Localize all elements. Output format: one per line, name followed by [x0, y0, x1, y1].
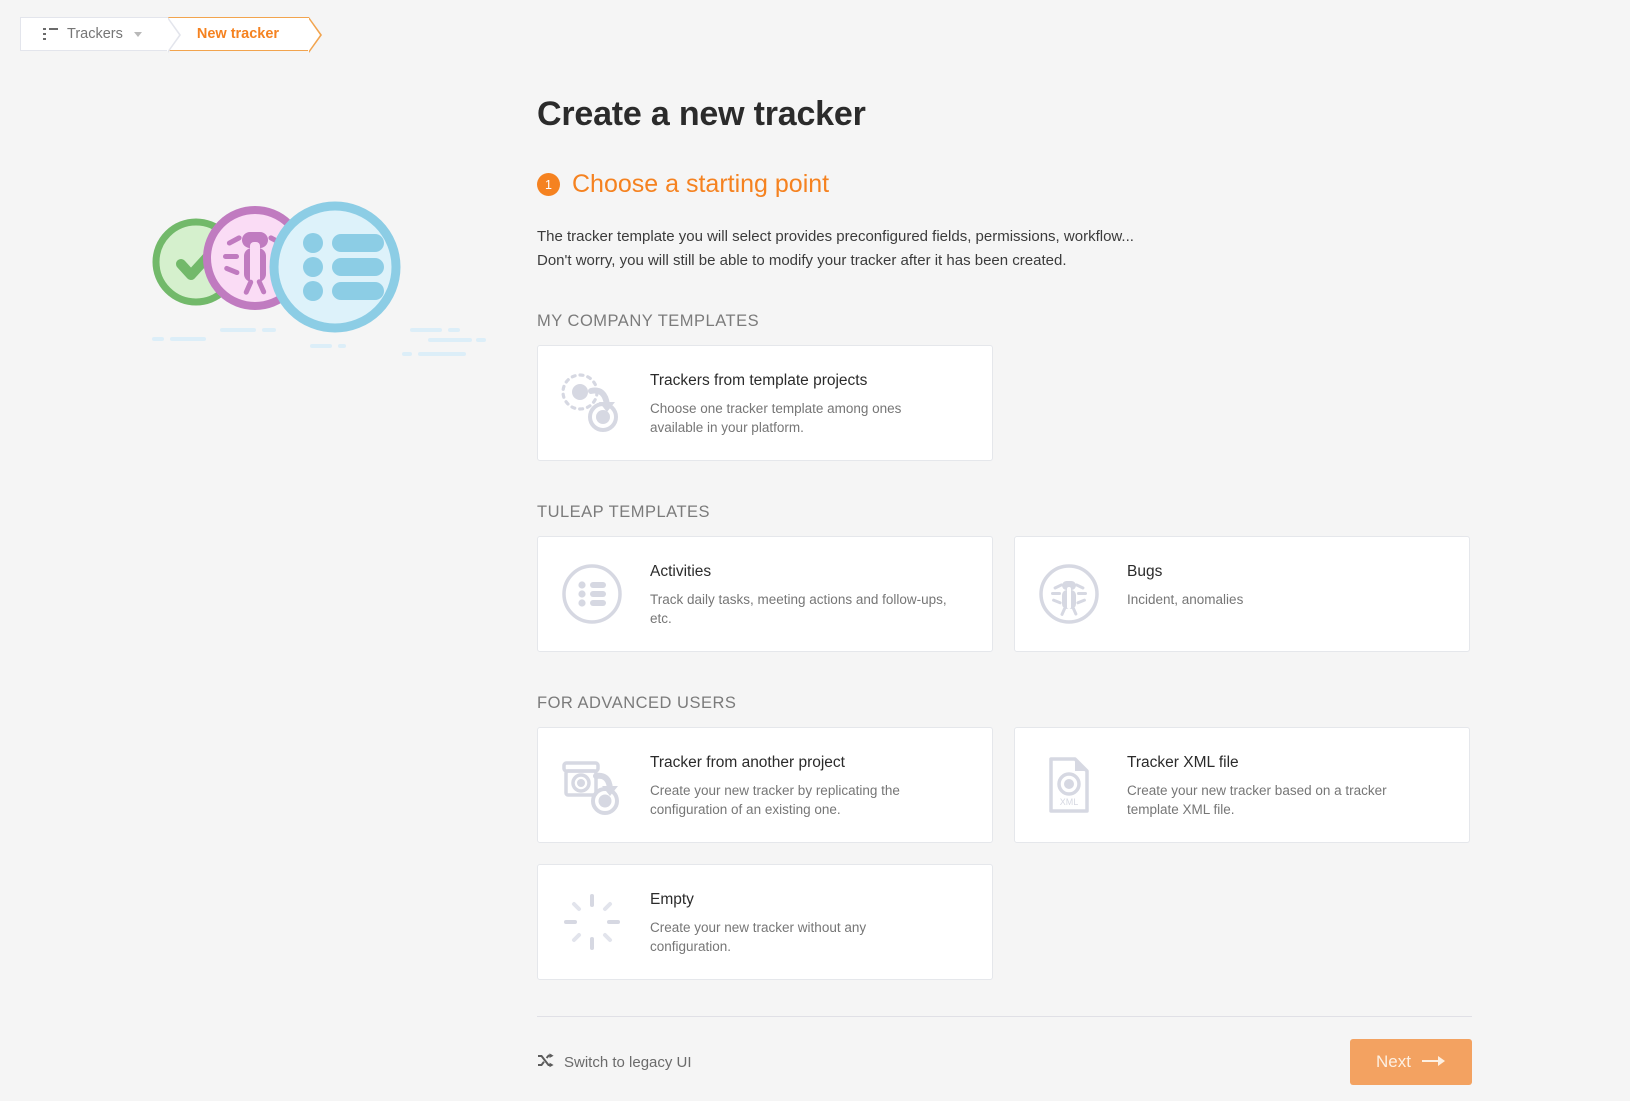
- section-label-tuleap: TULEAP TEMPLATES: [537, 503, 711, 521]
- breadcrumb: Trackers New tracker: [20, 17, 323, 53]
- breadcrumb-new-tracker-label: New tracker: [196, 26, 280, 42]
- card-description: Create your new tracker without any conf…: [650, 920, 867, 954]
- card-body: Trackers from template projects Choose o…: [650, 368, 950, 437]
- xml-file-icon: XML: [1033, 750, 1105, 820]
- bug-circle-icon: [1033, 559, 1105, 629]
- step-number-badge: 1: [537, 173, 560, 196]
- section-label-advanced: FOR ADVANCED USERS: [537, 694, 737, 712]
- card-grid-advanced: Tracker from another project Create your…: [537, 727, 1472, 980]
- card-empty[interactable]: Empty Create your new tracker without an…: [537, 864, 993, 980]
- footer: Switch to legacy UI Next: [537, 1039, 1472, 1085]
- card-title: Bugs: [1127, 563, 1163, 580]
- xml-icon-label: XML: [1060, 797, 1079, 807]
- card-activities[interactable]: Activities Track daily tasks, meeting ac…: [537, 536, 993, 652]
- card-title: Empty: [650, 891, 694, 908]
- trackers-list-icon: [43, 27, 58, 41]
- card-description: Choose one tracker template among ones a…: [650, 401, 902, 435]
- intro-line-2: Don't worry, you will still be able to m…: [537, 251, 1067, 269]
- empty-burst-icon: [556, 887, 628, 957]
- card-body: Empty Create your new tracker without an…: [650, 887, 950, 956]
- card-body: Bugs Incident, anomalies: [1127, 559, 1243, 609]
- shuffle-icon: [537, 1052, 554, 1072]
- card-title: Trackers from template projects: [650, 372, 868, 389]
- next-button[interactable]: Next: [1350, 1039, 1472, 1085]
- section-label-company: MY COMPANY TEMPLATES: [537, 312, 760, 330]
- switch-to-legacy-ui-label: Switch to legacy UI: [564, 1053, 692, 1071]
- step-header: 1 Choose a starting point: [537, 170, 1472, 199]
- card-body: Tracker XML file Create your new tracker…: [1127, 750, 1427, 819]
- another-project-icon: [556, 750, 628, 820]
- breadcrumb-item-new-tracker[interactable]: New tracker: [167, 17, 323, 53]
- breadcrumb-item-trackers[interactable]: Trackers: [20, 17, 181, 53]
- card-description: Incident, anomalies: [1127, 592, 1244, 607]
- tracker-illustration: [110, 180, 490, 380]
- card-tracker-xml-file[interactable]: XML Tracker XML file Create your new tra…: [1014, 727, 1470, 843]
- card-grid-tuleap: Activities Track daily tasks, meeting ac…: [537, 536, 1472, 652]
- breadcrumb-trackers-label: Trackers: [67, 26, 123, 42]
- card-grid-company: Trackers from template projects Choose o…: [537, 345, 1472, 461]
- card-description: Track daily tasks, meeting actions and f…: [650, 592, 947, 626]
- card-body: Activities Track daily tasks, meeting ac…: [650, 559, 950, 628]
- switch-to-legacy-ui-link[interactable]: Switch to legacy UI: [537, 1052, 692, 1072]
- main-content: Create a new tracker 1 Choose a starting…: [537, 95, 1472, 1085]
- card-description: Create your new tracker by replicating t…: [650, 783, 900, 817]
- step-title: Choose a starting point: [572, 170, 830, 198]
- arrow-right-icon: [1422, 1052, 1446, 1072]
- template-projects-icon: [556, 368, 628, 438]
- card-tracker-from-another-project[interactable]: Tracker from another project Create your…: [537, 727, 993, 843]
- card-title: Activities: [650, 563, 712, 580]
- chevron-down-icon[interactable]: [133, 31, 142, 37]
- card-title: Tracker from another project: [650, 754, 845, 771]
- card-body: Tracker from another project Create your…: [650, 750, 950, 819]
- intro-text: The tracker template you will select pro…: [537, 225, 1472, 272]
- list-circle-icon: [556, 559, 628, 629]
- card-description: Create your new tracker based on a track…: [1127, 783, 1387, 817]
- card-bugs[interactable]: Bugs Incident, anomalies: [1014, 536, 1470, 652]
- next-button-label: Next: [1376, 1052, 1411, 1071]
- card-trackers-from-template-projects[interactable]: Trackers from template projects Choose o…: [537, 345, 993, 461]
- footer-divider: [537, 1016, 1472, 1017]
- card-title: Tracker XML file: [1127, 754, 1239, 771]
- intro-line-1: The tracker template you will select pro…: [537, 228, 1134, 245]
- page-title: Create a new tracker: [537, 95, 866, 133]
